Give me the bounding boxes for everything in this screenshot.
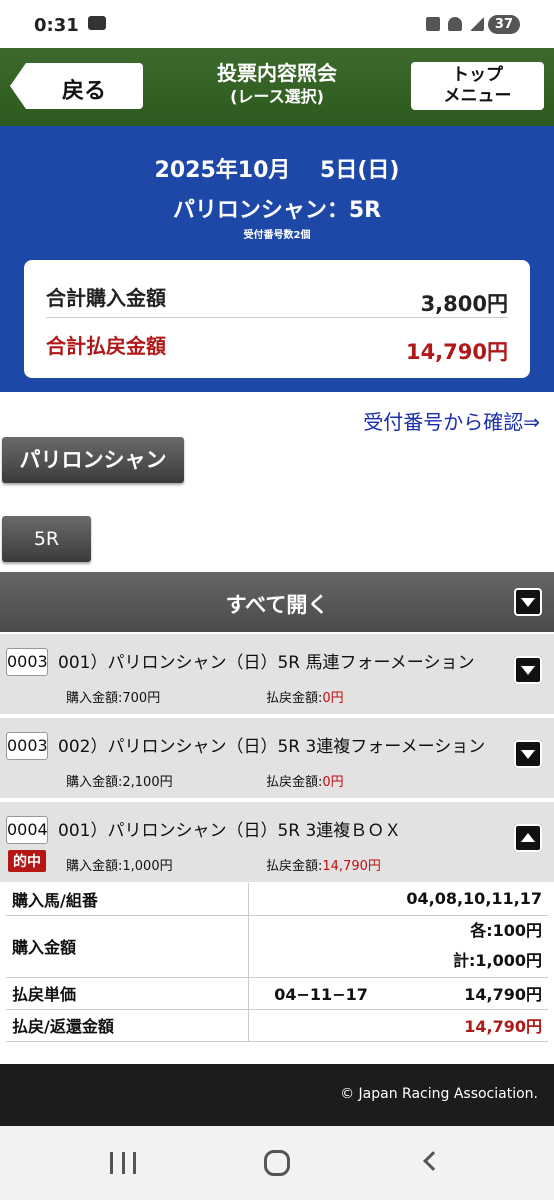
ticket-number: 0004: [6, 816, 48, 844]
wifi-icon: [448, 17, 462, 31]
page-title-sub: (レース選択): [230, 87, 324, 106]
totals-card: 合計購入金額 3,800円 合計払戻金額 14,790円: [24, 260, 530, 378]
top-menu-label-2: メニュー: [443, 86, 512, 106]
ticket-title: 001）パリロンシャン（日）5R 馬連フォーメーション: [58, 653, 475, 673]
ticket-number: 0003: [6, 648, 48, 676]
unit-combo: 04−11−17: [274, 985, 368, 1004]
ticket-payout-value: 0円: [322, 775, 344, 790]
page-title-main: 投票内容照会: [217, 61, 337, 85]
confirm-by-receipt-link[interactable]: 受付番号から確認⇒: [363, 406, 540, 435]
open-all-bar[interactable]: すべて開く: [0, 572, 554, 632]
refund-label: 払戻/返還金額: [6, 1009, 249, 1042]
ticket-detail: 購入馬/組番 04,08,10,11,17 購入金額 各:100円 計:1,00…: [6, 883, 548, 1042]
ticket-payout-label: 払戻金額:: [266, 859, 323, 874]
top-menu-button[interactable]: トップ メニュー: [411, 62, 544, 110]
total-payout-label: 合計払戻金額: [46, 334, 166, 358]
collapse-ticket-icon[interactable]: [514, 824, 542, 852]
race-header: 2025年10月 5日(日) パリロンシャン：5R 受付番号数2個 合計購入金額…: [0, 126, 554, 392]
expand-all-icon[interactable]: [514, 588, 542, 616]
unit-label: 払戻単価: [6, 977, 249, 1010]
venue-button[interactable]: パリロンシャン: [2, 437, 184, 483]
combo-value: 04,08,10,11,17: [248, 883, 548, 916]
ticket-row[interactable]: 0003 002）パリロンシャン（日）5R 3連複フォーメーション 購入金額:2…: [0, 716, 554, 798]
ticket-number: 0003: [6, 732, 48, 760]
amount-label: 購入金額: [6, 915, 249, 978]
app-header: 戻る 投票内容照会 (レース選択) トップ メニュー: [0, 48, 554, 126]
page-title: 投票内容照会 (レース選択): [160, 60, 394, 108]
open-all-label: すべて開く: [225, 593, 329, 617]
recent-apps-icon[interactable]: [110, 1152, 136, 1174]
top-menu-label-1: トップ: [452, 65, 503, 85]
unit-value-cell: 04−11−17 14,790円: [248, 977, 548, 1010]
race-name: パリロンシャン：5R: [172, 198, 382, 223]
total-payout-value: 14,790円: [405, 340, 508, 364]
ticket-payout-label: 払戻金額:: [266, 775, 323, 790]
ticket-payout-value: 14,790円: [322, 859, 381, 874]
signal-icon: [470, 17, 484, 31]
amount-value: 各:100円 計:1,000円: [248, 915, 548, 978]
total-purchase-value: 3,800円: [420, 292, 508, 316]
ticket-purchase: 購入金額:1,000円: [66, 859, 173, 874]
unit-value: 14,790円: [464, 985, 542, 1004]
battery-badge: 37: [487, 15, 520, 34]
detail-row: 購入金額 各:100円 計:1,000円: [6, 915, 548, 978]
ticket-payout-label: 払戻金額:: [266, 691, 323, 706]
back-arrow-icon[interactable]: [423, 1151, 443, 1171]
back-button-label: 戻る: [62, 79, 107, 104]
system-nav-bar: [0, 1126, 554, 1200]
ticket-row-expanded[interactable]: 0004 001）パリロンシャン（日）5R 3連複ＢＯＸ 的中 購入金額:1,0…: [0, 800, 554, 882]
home-icon[interactable]: [264, 1150, 290, 1176]
ticket-payout-value: 0円: [322, 691, 344, 706]
status-bar: 0:31 37: [0, 0, 554, 48]
detail-row: 払戻単価 04−11−17 14,790円: [6, 977, 548, 1010]
expand-ticket-icon[interactable]: [514, 656, 542, 684]
car-icon: [88, 16, 106, 30]
hit-badge: 的中: [8, 850, 46, 872]
status-time: 0:31: [34, 15, 79, 36]
detail-row: 払戻/返還金額 14,790円: [6, 1009, 548, 1042]
ticket-title: 002）パリロンシャン（日）5R 3連複フォーメーション: [58, 737, 486, 757]
ticket-title: 001）パリロンシャン（日）5R 3連複ＢＯＸ: [58, 821, 402, 841]
amount-total: 計:1,000円: [452, 951, 542, 970]
ticket-payout: 払戻金額:0円: [266, 771, 344, 790]
race-button[interactable]: 5R: [2, 516, 91, 562]
ticket-payout: 払戻金額:0円: [266, 687, 344, 706]
copyright: © Japan Racing Association.: [340, 1086, 538, 1102]
combo-label: 購入馬/組番: [6, 883, 249, 916]
ticket-row[interactable]: 0003 001）パリロンシャン（日）5R 馬連フォーメーション 購入金額:70…: [0, 632, 554, 714]
expand-ticket-icon[interactable]: [514, 740, 542, 768]
status-icons: [426, 17, 484, 31]
receipt-count: 受付番号数2個: [243, 230, 311, 241]
ticket-purchase: 購入金額:700円: [66, 691, 161, 706]
total-payout-row: 合計払戻金額 14,790円: [46, 322, 508, 366]
back-button[interactable]: 戻る: [10, 63, 143, 109]
total-purchase-row: 合計購入金額 3,800円: [46, 274, 508, 318]
mute-icon: [426, 17, 440, 31]
total-purchase-label: 合計購入金額: [46, 286, 166, 310]
ticket-purchase: 購入金額:2,100円: [66, 775, 173, 790]
footer: © Japan Racing Association.: [0, 1064, 554, 1126]
ticket-payout: 払戻金額:14,790円: [266, 855, 381, 874]
amount-each: 各:100円: [470, 921, 542, 940]
race-date: 2025年10月 5日(日): [154, 158, 400, 183]
detail-row: 購入馬/組番 04,08,10,11,17: [6, 883, 548, 916]
refund-value: 14,790円: [248, 1009, 548, 1042]
detail-table: 購入馬/組番 04,08,10,11,17 購入金額 各:100円 計:1,00…: [6, 883, 548, 1042]
